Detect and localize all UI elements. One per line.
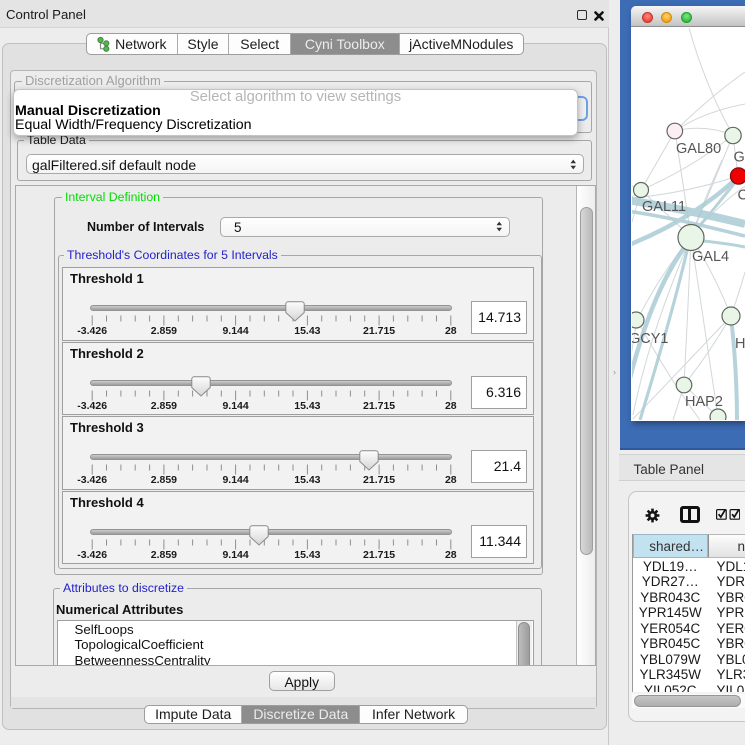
svg-text:HAP2: HAP2 (685, 394, 723, 410)
svg-text:GCY1: GCY1 (632, 331, 669, 347)
svg-text:C: C (738, 188, 745, 204)
svg-text:H: H (735, 336, 745, 352)
svg-text:GA: GA (734, 150, 745, 166)
svg-text:GAL4: GAL4 (692, 249, 729, 265)
svg-text:GAL11: GAL11 (642, 199, 686, 215)
svg-text:GAL80: GAL80 (676, 141, 721, 157)
